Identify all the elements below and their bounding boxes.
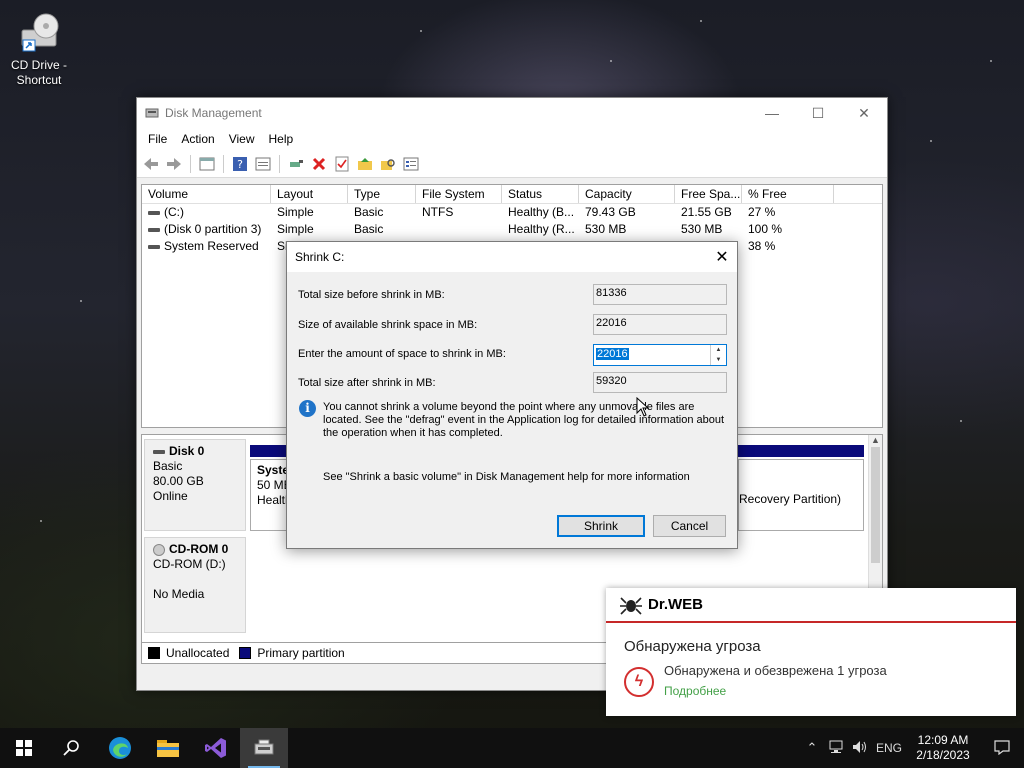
taskbar-edge[interactable] xyxy=(96,728,144,768)
drweb-logo: Dr.WEB xyxy=(648,596,704,613)
drweb-message: Обнаружена и обезврежена 1 угроза xyxy=(664,663,887,678)
spin-down-icon: ▼ xyxy=(715,357,722,363)
total-before-label: Total size before shrink in MB: xyxy=(298,289,445,301)
taskbar-file-explorer[interactable] xyxy=(144,728,192,768)
shrink-button[interactable]: Shrink xyxy=(557,515,645,537)
partition-recovery[interactable]: Recovery Partition) xyxy=(738,459,864,531)
cdrom-icon xyxy=(153,543,165,556)
legend-primary-swatch xyxy=(239,647,252,659)
disk-management-icon xyxy=(145,108,159,118)
table-row[interactable]: (C:) Simple Basic NTFS Healthy (B... 79.… xyxy=(142,204,882,221)
search-icon xyxy=(63,740,79,756)
shrink-amount-input[interactable]: 22016 ▲ ▼ xyxy=(593,344,727,366)
volume-icon xyxy=(148,210,160,215)
mouse-cursor-icon xyxy=(636,397,650,417)
back-icon[interactable] xyxy=(141,154,161,174)
dialog-close-button[interactable]: ✕ xyxy=(707,247,737,267)
system-tray: ⌃ ENG 12:09 AM 2/18/2023 xyxy=(800,728,1024,768)
info-message: You cannot shrink a volume beyond the po… xyxy=(323,401,725,439)
taskbar-visual-studio[interactable] xyxy=(192,728,240,768)
total-after-label: Total size after shrink in MB: xyxy=(298,377,436,389)
help-icon[interactable]: ? xyxy=(230,154,250,174)
folder-icon xyxy=(157,740,179,757)
drweb-heading: Обнаружена угроза xyxy=(624,638,761,655)
check-icon[interactable] xyxy=(332,154,352,174)
dialog-title: Shrink C: xyxy=(295,250,345,264)
column-capacity[interactable]: Capacity xyxy=(579,185,675,203)
connect-icon[interactable] xyxy=(286,154,306,174)
column-type[interactable]: Type xyxy=(348,185,416,203)
drweb-header: Dr.WEB xyxy=(606,588,1016,623)
folder-up-icon[interactable] xyxy=(355,154,375,174)
spin-buttons[interactable]: ▲ ▼ xyxy=(710,345,726,365)
total-after-value: 59320 xyxy=(593,372,727,393)
column-status[interactable]: Status xyxy=(502,185,579,203)
menu-bar: File Action View Help xyxy=(137,128,887,150)
drweb-notification[interactable]: Dr.WEB Обнаружена угроза ϟ Обнаружена и … xyxy=(606,588,1016,716)
cancel-button[interactable]: Cancel xyxy=(653,515,726,537)
start-button[interactable] xyxy=(0,728,48,768)
drweb-spider-icon xyxy=(620,596,642,615)
help-message: See "Shrink a basic volume" in Disk Mana… xyxy=(323,471,690,483)
toolbar: ? xyxy=(137,150,887,178)
show-hidden-icons-button[interactable]: ⌃ xyxy=(800,740,824,756)
available-shrink-label: Size of available shrink space in MB: xyxy=(298,319,478,331)
desktop-icon-label: CD Drive - Shortcut xyxy=(11,58,67,87)
drweb-details-link[interactable]: Подробнее xyxy=(664,684,726,698)
column-free-space[interactable]: Free Spa... xyxy=(675,185,742,203)
dialog-titlebar[interactable]: Shrink C: ✕ xyxy=(287,242,737,272)
menu-file[interactable]: File xyxy=(141,132,174,146)
volume-icon xyxy=(148,227,160,232)
minimize-button[interactable]: — xyxy=(749,98,795,128)
menu-help[interactable]: Help xyxy=(262,132,301,146)
list-view-icon[interactable] xyxy=(401,154,421,174)
window-title: Disk Management xyxy=(165,106,262,120)
clock[interactable]: 12:09 AM 2/18/2023 xyxy=(906,733,980,763)
search-button[interactable] xyxy=(48,728,96,768)
disk-icon xyxy=(153,449,165,454)
volume-list-header: Volume Layout Type File System Status Ca… xyxy=(142,185,882,204)
column-layout[interactable]: Layout xyxy=(271,185,348,203)
network-icon[interactable] xyxy=(824,740,848,757)
console-tree-icon[interactable] xyxy=(197,154,217,174)
desktop-icon-cd-drive[interactable]: CD Drive - Shortcut xyxy=(4,10,74,88)
close-button[interactable]: ✕ xyxy=(841,98,887,128)
properties-icon[interactable] xyxy=(253,154,273,174)
windows-logo-icon xyxy=(16,740,32,756)
edge-icon xyxy=(109,737,131,759)
info-icon: i xyxy=(299,400,316,417)
menu-action[interactable]: Action xyxy=(174,132,221,146)
volume-icon xyxy=(148,244,160,249)
table-row[interactable]: (Disk 0 partition 3) Simple Basic Health… xyxy=(142,221,882,238)
disk-0-label[interactable]: Disk 0 Basic 80.00 GB Online xyxy=(144,439,246,531)
cd-drive-icon xyxy=(14,10,64,54)
spin-up-icon: ▲ xyxy=(715,347,722,353)
volume-icon[interactable] xyxy=(848,740,872,757)
column-file-system[interactable]: File System xyxy=(416,185,502,203)
language-indicator[interactable]: ENG xyxy=(872,741,906,755)
maximize-button[interactable]: ☐ xyxy=(795,98,841,128)
shrink-amount-label: Enter the amount of space to shrink in M… xyxy=(298,348,506,360)
available-shrink-value: 22016 xyxy=(593,314,727,335)
forward-icon[interactable] xyxy=(164,154,184,174)
taskbar-disk-management[interactable] xyxy=(240,728,288,768)
column-volume[interactable]: Volume xyxy=(142,185,271,203)
notification-center-icon[interactable] xyxy=(980,739,1024,758)
window-titlebar[interactable]: Disk Management — ☐ ✕ xyxy=(137,98,887,128)
disk-management-icon xyxy=(254,739,274,755)
threat-bolt-icon: ϟ xyxy=(624,667,654,697)
legend-unallocated-swatch xyxy=(148,647,160,659)
taskbar: ⌃ ENG 12:09 AM 2/18/2023 xyxy=(0,728,1024,768)
total-before-value: 81336 xyxy=(593,284,727,305)
delete-icon[interactable] xyxy=(309,154,329,174)
column-percent-free[interactable]: % Free xyxy=(742,185,834,203)
menu-view[interactable]: View xyxy=(222,132,262,146)
shrink-dialog: Shrink C: ✕ Total size before shrink in … xyxy=(286,241,738,549)
cdrom-0-label[interactable]: CD-ROM 0 CD-ROM (D:) No Media xyxy=(144,537,246,633)
search-icon[interactable] xyxy=(378,154,398,174)
visual-studio-icon xyxy=(205,738,226,758)
svg-text:?: ? xyxy=(237,158,243,171)
